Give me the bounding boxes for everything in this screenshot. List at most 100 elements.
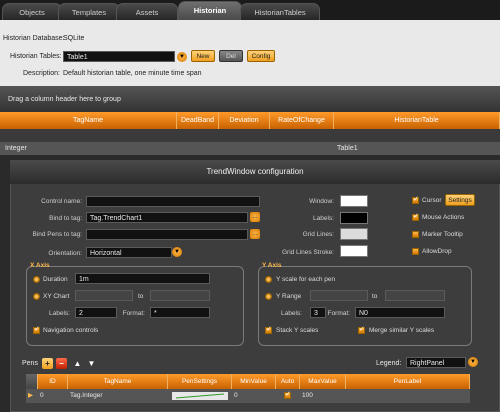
pen-column-tagname[interactable]: TagName [68,374,168,389]
stack-y-label: Stack Y scales [276,327,319,334]
pen-settings-preview[interactable] [172,392,228,400]
y-axis-title: Y Axis [262,262,282,269]
y-range-from-input[interactable] [310,290,368,301]
add-pen-icon[interactable]: + [42,358,53,369]
description-label: Description: [23,70,60,77]
stack-y-checkbox[interactable] [265,325,272,334]
xy-to-label: to [138,293,144,300]
navigation-controls-label: Navigation controls [43,327,99,334]
tables-label: Historian Tables: [10,53,62,60]
legend-select[interactable]: RightPanel [406,357,466,368]
xy-from-input[interactable] [75,290,133,301]
pens-row-selector-header [26,374,38,389]
chevron-down-icon[interactable]: ▼ [172,247,182,257]
tab-label: Objects [19,8,45,17]
y-scale-each-radio[interactable] [265,276,272,283]
pen-line-icon [175,393,225,399]
x-labels-label: Labels: [49,310,70,317]
arrow-up-icon[interactable]: ▲ [72,358,83,369]
tab-templates[interactable]: Templates [58,3,120,20]
bind-pens-input[interactable] [86,229,248,240]
database-label: Historian Database: [3,35,65,42]
grid-lines-label: Grid Lines: [302,231,334,238]
pen-auto-checkbox[interactable] [284,390,291,399]
merge-y-checkbox[interactable] [358,325,365,334]
grid-lines-color-swatch[interactable] [340,228,368,240]
del-button[interactable]: Del [219,50,243,62]
mouse-actions-checkbox[interactable] [412,212,419,221]
xy-chart-label: XY Chart [43,293,70,300]
orientation-select[interactable]: Horizontal [86,247,172,258]
cell-tagname: Integer [5,145,27,152]
tab-label: Historian [193,6,227,15]
duration-label: Duration [43,276,68,283]
tab-historian[interactable]: Historian [178,1,242,20]
y-scale-each-label: Y scale for each pen [276,276,336,283]
pen-column-pensettings[interactable]: PenSettings [168,374,232,389]
chevron-down-icon[interactable]: ▼ [468,357,478,367]
tab-label: HistorianTables [254,8,306,17]
xy-to-input[interactable] [150,290,210,301]
column-header-tagname[interactable]: TagName [0,112,177,129]
mouse-actions-label: Mouse Actions [422,214,465,221]
pen-column-id[interactable]: ID [38,374,68,389]
y-range-to-input[interactable] [385,290,445,301]
window-label: Window: [309,198,334,205]
orientation-label: Orientation: [48,250,82,257]
x-format-input[interactable]: * [150,307,210,318]
tab-historian-tables[interactable]: HistorianTables [240,3,320,20]
pen-cell-id: 0 [40,392,44,399]
bind-tag-label: Bind to tag: [49,215,82,222]
labels-color-swatch[interactable] [340,212,368,224]
chevron-down-icon[interactable]: ▼ [177,52,187,62]
column-header-rateofchange[interactable]: RateOfChange [270,112,334,129]
pen-column-maxvalue[interactable]: MaxValue [300,374,346,389]
labels-color-label: Labels: [313,215,334,222]
database-value: SQLite [63,35,85,42]
dialog-title: TrendWindow configuration [10,160,500,184]
y-format-input[interactable]: N0 [355,307,445,318]
tab-label: Assets [135,8,159,17]
column-header-deadband[interactable]: DeadBand [177,112,219,129]
config-button[interactable]: Config [247,50,275,62]
legend-label: Legend: [376,360,402,367]
arrow-down-icon[interactable]: ▼ [86,358,97,369]
pen-cell-minvalue: 0 [234,392,238,399]
y-format-label: Format: [327,310,350,317]
control-name-input[interactable] [86,196,260,207]
tab-objects[interactable]: Objects [2,3,62,20]
xy-chart-radio[interactable] [33,293,40,300]
row-selector-icon: ▶ [28,392,33,399]
pen-column-penlabel[interactable]: PenLabel [346,374,470,389]
ellipsis-icon[interactable]: … [250,212,260,222]
pen-cell-maxvalue: 100 [302,392,313,399]
bind-pens-label: Bind Pens to tag: [32,231,82,238]
duration-radio[interactable] [33,276,40,283]
allow-drop-checkbox[interactable] [412,248,419,255]
x-format-label: Format: [122,310,145,317]
allow-drop-label: AllowDrop [422,248,452,255]
y-range-radio[interactable] [265,293,272,300]
remove-pen-icon[interactable]: − [56,358,67,369]
merge-y-label: Merge similar Y scales [369,327,435,334]
x-labels-input[interactable]: 2 [75,307,117,318]
window-color-swatch[interactable] [340,195,368,207]
tab-assets[interactable]: Assets [116,3,178,20]
column-header-historiantable[interactable]: HistorianTable [334,112,500,129]
column-header-deviation[interactable]: Deviation [219,112,270,129]
new-button[interactable]: New [191,50,215,62]
ellipsis-icon[interactable]: … [250,229,260,239]
tab-label: Templates [71,8,107,17]
bind-tag-input[interactable]: Tag.TrendChart1 [86,212,248,223]
navigation-controls-checkbox[interactable] [33,325,40,334]
settings-button[interactable]: Settings [445,194,475,206]
historian-tables-select[interactable]: Table1 [63,51,175,62]
duration-input[interactable]: 1m [75,273,210,284]
pen-column-minvalue[interactable]: MinValue [232,374,276,389]
pen-column-auto[interactable]: Auto [276,374,300,389]
cursor-checkbox[interactable] [412,195,419,204]
marker-tooltip-checkbox[interactable] [412,231,419,238]
grid-lines-stroke-label: Grid Lines Stroke: [281,249,334,256]
description-value: Default historian table, one minute time… [63,70,202,77]
grid-stroke-swatch[interactable] [340,245,368,257]
